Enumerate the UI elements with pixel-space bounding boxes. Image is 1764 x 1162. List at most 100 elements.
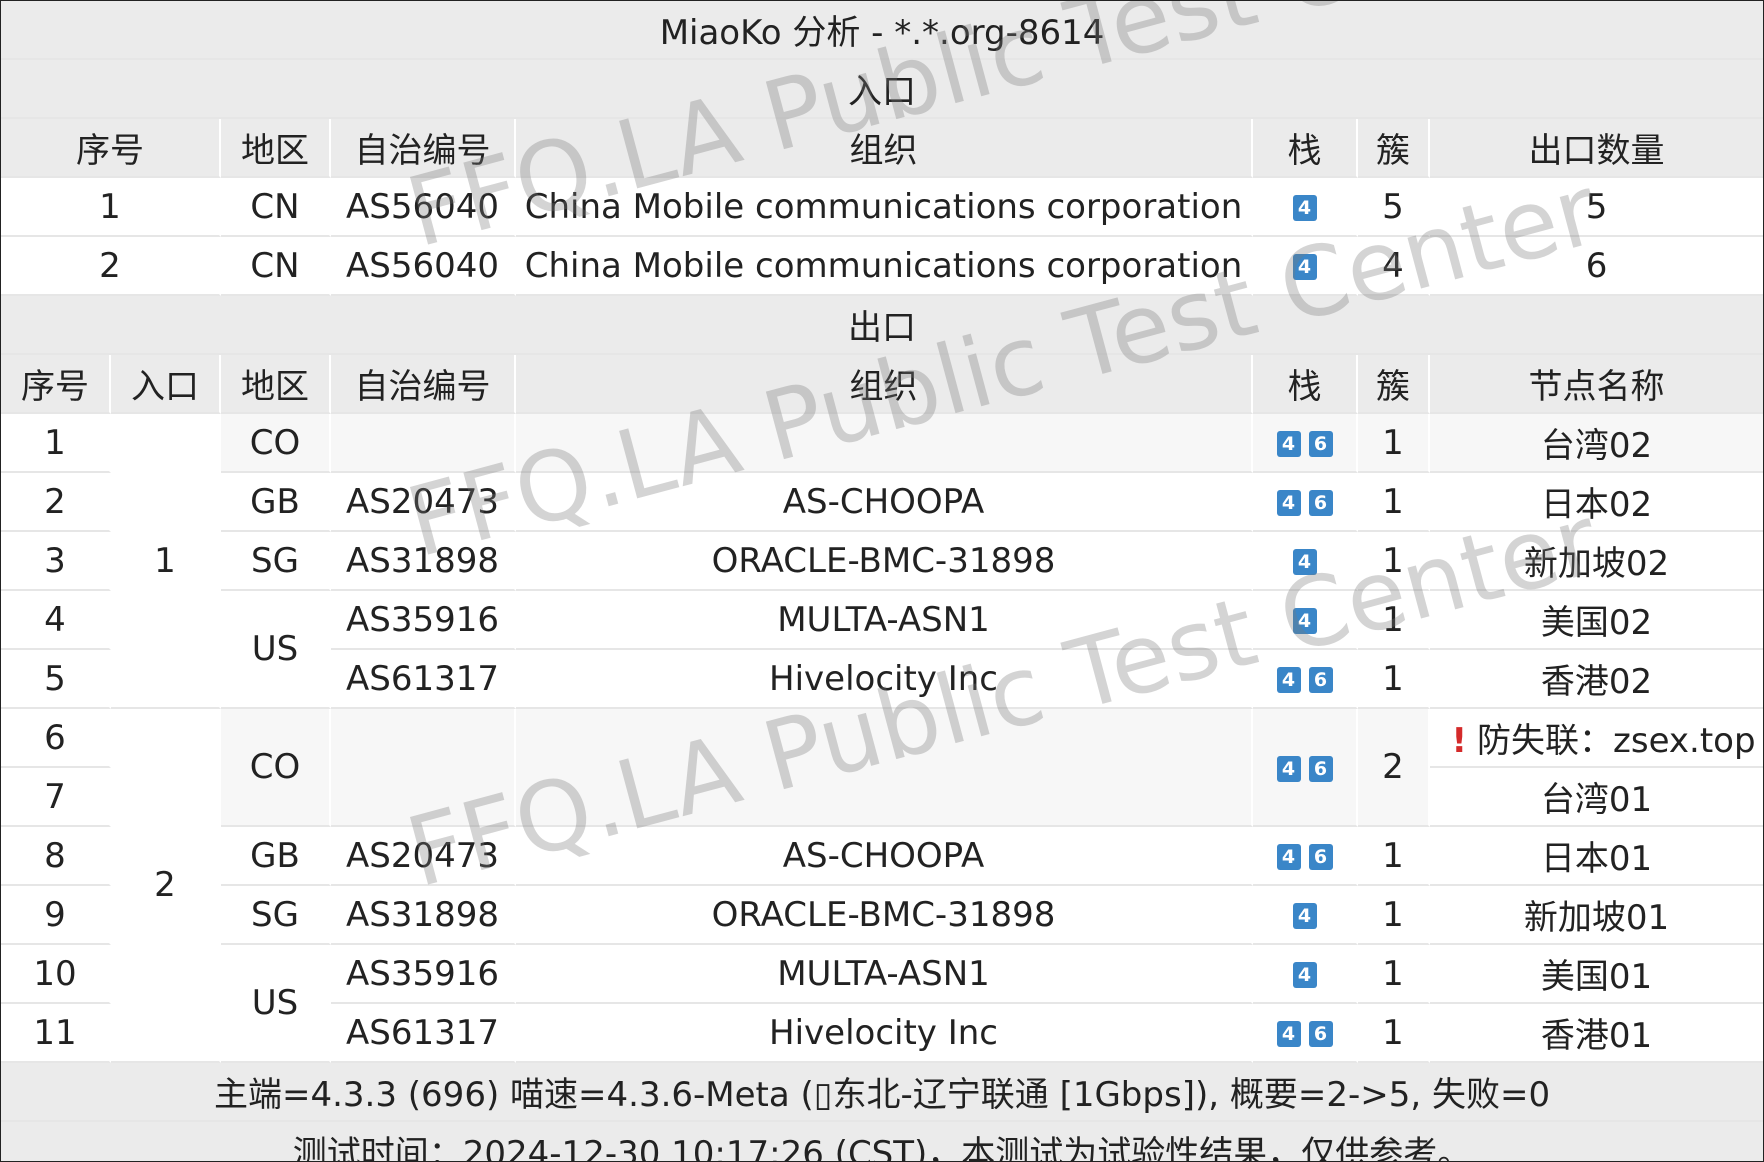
exit-asn: AS31898 [331,532,516,591]
exit-asn [331,414,516,473]
exit-region: GB [221,473,331,532]
exit-node: 美国01 [1430,945,1763,1004]
exit-region: US [221,591,331,709]
exit-asn: AS61317 [331,1004,516,1063]
exit-stack: 4 [1253,945,1358,1004]
exit-node: 日本02 [1430,473,1763,532]
exit-org [516,414,1253,473]
exit-asn [331,709,516,827]
exit-no: 8 [1,827,111,886]
exit-asn: AS31898 [331,886,516,945]
entry-header-stack: 栈 [1253,119,1358,178]
exit-entry: 2 [111,709,221,1063]
result-table: MiaoKo 分析 - *.*.org-8614 入口 序号 地区 自治编号 组… [1,1,1763,1161]
entry-region: CN [221,178,331,237]
exit-no: 9 [1,886,111,945]
result-image: MiaoKo 分析 - *.*.org-8614 入口 序号 地区 自治编号 组… [0,0,1764,1162]
exit-cluster: 1 [1358,827,1430,886]
exit-stack: 46 [1253,709,1358,827]
exit-row: 3 SG AS31898 ORACLE-BMC-31898 4 1 新加坡02 [1,532,1763,591]
ipv4-badge-icon: 4 [1292,903,1317,929]
entry-row: 2 CN AS56040 China Mobile communications… [1,237,1763,296]
exit-org: ORACLE-BMC-31898 [516,532,1253,591]
exit-row: 2 GB AS20473 AS-CHOOPA 46 1 日本02 [1,473,1763,532]
entry-exit-count: 6 [1430,237,1763,296]
entry-cluster: 5 [1358,178,1430,237]
exit-cluster: 1 [1358,886,1430,945]
exit-no: 6 [1,709,111,768]
exit-header-org: 组织 [516,355,1253,414]
entry-header-cluster: 簇 [1358,119,1430,178]
ipv4-badge-icon: 4 [1276,667,1301,693]
ipv6-badge-icon: 6 [1308,490,1333,516]
entry-header-region: 地区 [221,119,331,178]
exit-node: 美国02 [1430,591,1763,650]
entry-header-no: 序号 [1,119,221,178]
exit-region: SG [221,532,331,591]
ipv4-badge-icon: 4 [1292,608,1317,634]
exit-cluster: 1 [1358,945,1430,1004]
exit-section-row: 出口 [1,296,1763,355]
exit-stack: 4 [1253,532,1358,591]
ipv4-badge-icon: 4 [1276,431,1301,457]
entry-asn: AS56040 [331,178,516,237]
entry-section-title: 入口 [1,60,1763,119]
exit-org: MULTA-ASN1 [516,591,1253,650]
exit-org: Hivelocity Inc [516,650,1253,709]
exit-node: ! 防失联：zsex.top [1430,709,1763,768]
exit-row: 10 US AS35916 MULTA-ASN1 4 1 美国01 [1,945,1763,1063]
exit-header-asn: 自治编号 [331,355,516,414]
exit-asn: AS20473 [331,473,516,532]
ipv4-badge-icon: 4 [1292,195,1317,221]
exit-no: 1 [1,414,111,473]
footer-summary: 主端=4.3.3 (696) 喵速=4.3.6-Meta (▯东北-辽宁联通 [… [1,1063,1763,1122]
exit-stack: 46 [1253,414,1358,473]
exit-no: 7 [1,768,111,827]
ipv4-badge-icon: 4 [1292,549,1317,575]
exit-cluster: 1 [1358,1004,1430,1063]
exit-asn: AS61317 [331,650,516,709]
exit-no: 10 [1,945,111,1004]
ipv6-badge-icon: 6 [1308,667,1333,693]
footer-summary-row: 主端=4.3.3 (696) 喵速=4.3.6-Meta (▯东北-辽宁联通 [… [1,1063,1763,1122]
exit-stack: 46 [1253,1004,1358,1063]
exit-no: 3 [1,532,111,591]
exit-stack: 46 [1253,473,1358,532]
entry-no: 2 [1,237,221,296]
exit-row: 9 SG AS31898 ORACLE-BMC-31898 4 1 新加坡01 [1,886,1763,945]
report-title: MiaoKo 分析 - *.*.org-8614 [1,1,1763,60]
exit-cluster: 1 [1358,650,1430,709]
entry-no: 1 [1,178,221,237]
entry-header-row: 序号 地区 自治编号 组织 栈 簇 出口数量 [1,119,1763,178]
exit-header-row: 序号 入口 地区 自治编号 组织 栈 簇 节点名称 [1,355,1763,414]
entry-exit-count: 5 [1430,178,1763,237]
exit-cluster: 1 [1358,532,1430,591]
entry-region: CN [221,237,331,296]
exit-region: CO [221,709,331,827]
ipv4-badge-icon: 4 [1276,844,1301,870]
exit-header-cluster: 簇 [1358,355,1430,414]
ipv4-badge-icon: 4 [1276,755,1301,782]
exit-org: MULTA-ASN1 [516,945,1253,1004]
warning-icon: ! [1451,721,1468,761]
exit-row: 6 2 CO 46 2 ! 防失联：zsex.top [1,709,1763,1063]
ipv6-badge-icon: 6 [1308,755,1333,782]
entry-stack: 4 [1253,178,1358,237]
exit-region: US [221,945,331,1063]
entry-cluster: 4 [1358,237,1430,296]
exit-node-label: 防失联：zsex.top [1477,721,1756,761]
exit-stack: 4 [1253,886,1358,945]
exit-org: AS-CHOOPA [516,473,1253,532]
exit-org: Hivelocity Inc [516,1004,1253,1063]
exit-stack: 4 [1253,591,1358,650]
exit-row: 8 GB AS20473 AS-CHOOPA 46 1 日本01 [1,827,1763,886]
exit-section-title: 出口 [1,296,1763,355]
entry-asn: AS56040 [331,237,516,296]
exit-cluster: 2 [1358,709,1430,827]
exit-stack: 46 [1253,827,1358,886]
exit-org: AS-CHOOPA [516,827,1253,886]
exit-node: 新加坡01 [1430,886,1763,945]
ipv4-badge-icon: 4 [1276,1021,1301,1047]
exit-asn: AS20473 [331,827,516,886]
entry-header-org: 组织 [516,119,1253,178]
